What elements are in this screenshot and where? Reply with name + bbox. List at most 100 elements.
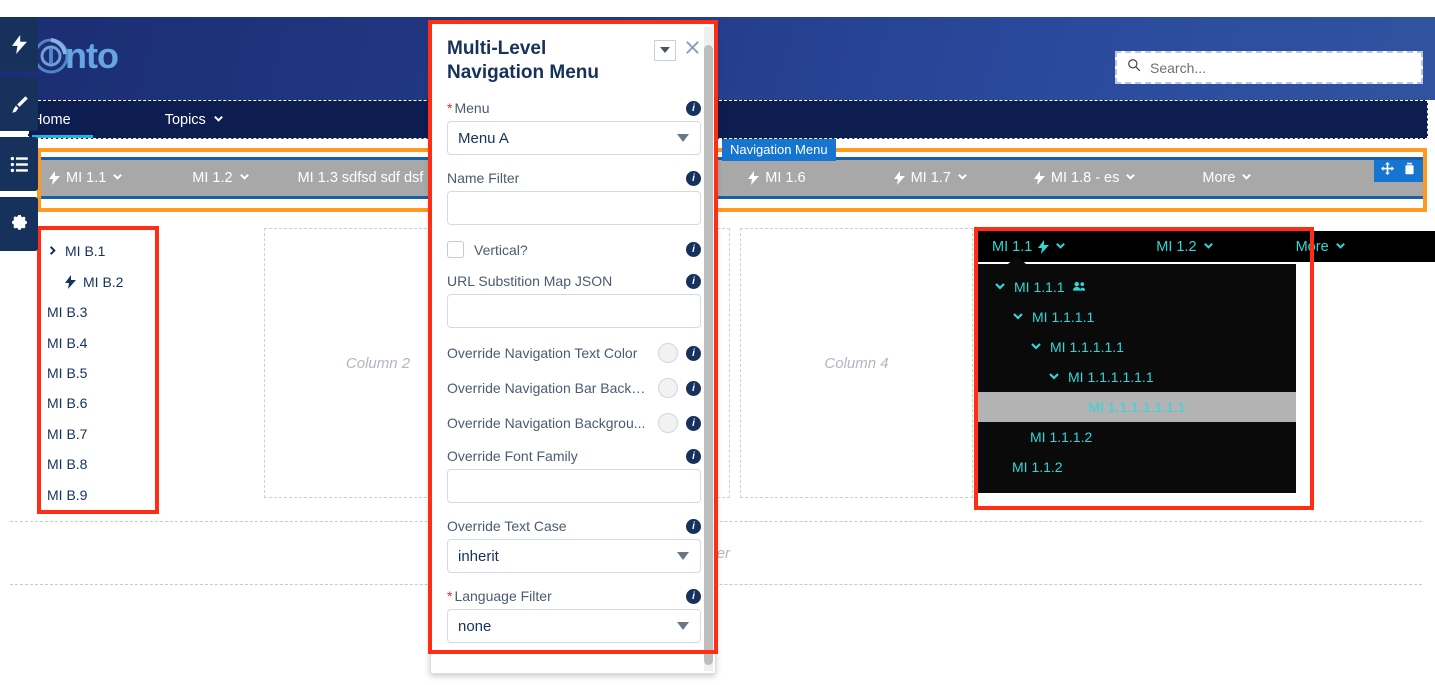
preview-nav-label: MI 1.1 xyxy=(992,239,1032,255)
site-nav-item-topics[interactable]: Topics xyxy=(165,101,224,138)
trash-icon[interactable] xyxy=(1403,162,1416,180)
vertical-menu-item[interactable]: MI B.5 xyxy=(41,358,155,388)
tree-item[interactable]: MI 1.1.1.1 xyxy=(978,302,1296,332)
tree-item-selected[interactable]: MI 1.1.1.1.1.1.1 xyxy=(978,392,1296,422)
chevron-down-icon xyxy=(1012,309,1024,325)
nav-item-mi-1-7[interactable]: MI 1.7 xyxy=(894,170,968,186)
field-override-nav-text-color: Override Navigation Text Color i xyxy=(447,343,701,363)
rail-item-lightning[interactable] xyxy=(0,17,38,71)
info-icon[interactable]: i xyxy=(686,171,701,186)
language-filter-value[interactable] xyxy=(447,609,701,643)
tree-item-label: MI 1.1.1 xyxy=(1014,279,1065,295)
nav-item-mi-1-6[interactable]: MI 1.6 xyxy=(748,170,805,186)
required-marker: * xyxy=(447,100,452,116)
color-swatch[interactable] xyxy=(658,343,678,363)
chevron-down-icon xyxy=(1055,239,1066,255)
info-icon[interactable]: i xyxy=(686,242,701,257)
color-swatch[interactable] xyxy=(658,413,678,433)
tree-item-label: MI 1.1.1.1 xyxy=(1032,309,1094,325)
override-text-case-select[interactable] xyxy=(447,539,701,573)
search-input[interactable]: Search... xyxy=(1115,51,1423,84)
field-label-row: Override Font Family i xyxy=(447,448,701,464)
field-label: Override Font Family xyxy=(447,448,578,464)
gear-icon xyxy=(10,215,29,234)
site-nav-item-home[interactable]: Home xyxy=(32,101,93,138)
override-font-family-input[interactable] xyxy=(447,469,701,503)
info-icon[interactable]: i xyxy=(686,346,701,361)
color-swatch[interactable] xyxy=(658,378,678,398)
nav-item-label: MI 1.1 xyxy=(66,170,106,186)
chevron-down-icon xyxy=(239,170,250,186)
chevron-down-icon[interactable] xyxy=(654,40,676,61)
info-icon[interactable]: i xyxy=(686,589,701,604)
rail-item-gear[interactable] xyxy=(0,197,38,251)
info-icon[interactable]: i xyxy=(686,381,701,396)
site-navigation: Home Topics xyxy=(28,100,1428,139)
preview-nav-label: MI 1.2 xyxy=(1156,239,1196,255)
vertical-menu-item[interactable]: MI B.7 xyxy=(41,419,155,449)
chevron-down-icon xyxy=(1030,339,1042,355)
menu-select[interactable] xyxy=(447,121,701,155)
vertical-menu-label: MI B.1 xyxy=(65,243,105,259)
tree-item[interactable]: MI 1.1.2 xyxy=(978,452,1296,482)
app-root: nto Search... Home Topics Column 2 xyxy=(0,0,1435,685)
nav-item-mi-1-8[interactable]: MI 1.8 - es xyxy=(1034,170,1137,186)
language-filter-select[interactable] xyxy=(447,609,701,643)
menu-select-value[interactable] xyxy=(447,121,701,155)
chevron-down-icon xyxy=(994,279,1006,295)
vertical-menu-item[interactable]: MI B.1 xyxy=(41,236,155,266)
chevron-down-icon xyxy=(1048,369,1060,385)
tree-item-label: MI 1.1.1.1.1.1.1 xyxy=(1088,399,1185,415)
vertical-menu-label: MI B.8 xyxy=(47,456,87,472)
vertical-menu-item[interactable]: MI B.4 xyxy=(41,327,155,357)
rail-item-list[interactable] xyxy=(0,137,38,191)
url-substitution-input[interactable] xyxy=(447,294,701,328)
info-icon[interactable]: i xyxy=(686,519,701,534)
field-label-row: *Menu i xyxy=(447,100,701,116)
nav-item-more[interactable]: More xyxy=(1202,170,1252,186)
vertical-menu-item[interactable]: MI B.2 xyxy=(41,266,155,296)
info-icon[interactable]: i xyxy=(686,449,701,464)
chevron-right-icon xyxy=(47,243,58,259)
name-filter-input[interactable] xyxy=(447,191,701,225)
site-logo: nto xyxy=(31,35,118,77)
vertical-menu-item[interactable]: MI B.3 xyxy=(41,297,155,327)
preview-nav-item[interactable]: MI 1.2 xyxy=(1156,239,1213,255)
groups-icon xyxy=(1073,279,1086,295)
panel-scrollbar-thumb[interactable] xyxy=(704,45,713,665)
panel-scrollbar[interactable] xyxy=(704,27,713,671)
close-icon[interactable] xyxy=(684,39,701,61)
nav-item-mi-1-2[interactable]: MI 1.2 xyxy=(192,170,249,186)
preview-navigation-bar: MI 1.1 MI 1.2 More xyxy=(978,231,1435,262)
lightning-bolt-icon xyxy=(748,171,759,185)
chevron-down-icon xyxy=(957,170,968,186)
chevron-down-icon xyxy=(112,170,123,186)
tree-item[interactable]: MI 1.1.1.1.1 xyxy=(978,332,1296,362)
chevron-down-icon xyxy=(213,112,224,128)
tree-item[interactable]: MI 1.1.1.2 xyxy=(978,422,1296,452)
info-icon[interactable]: i xyxy=(686,416,701,431)
tree-item[interactable]: MI 1.1.1 xyxy=(978,272,1296,302)
component-type-label: Navigation Menu xyxy=(722,139,836,161)
nav-item-mi-1-1[interactable]: MI 1.1 xyxy=(49,170,123,186)
rail-item-brush[interactable] xyxy=(0,77,38,131)
vertical-checkbox[interactable] xyxy=(447,241,464,258)
info-icon[interactable]: i xyxy=(686,274,701,289)
vertical-menu-item[interactable]: MI B.9 xyxy=(41,480,155,510)
tree-item[interactable]: MI 1.1.1.1.1.1 xyxy=(978,362,1296,392)
search-placeholder: Search... xyxy=(1150,60,1206,76)
checkbox-group: Vertical? xyxy=(447,241,528,258)
override-text-case-value[interactable] xyxy=(447,539,701,573)
field-label-row: Name Filter i xyxy=(447,170,701,186)
field-vertical: Vertical? i xyxy=(447,241,701,258)
nav-item-label: MI 1.7 xyxy=(911,170,951,186)
preview-nav-item-more[interactable]: More xyxy=(1296,239,1346,255)
site-header: nto Search... xyxy=(0,17,1435,100)
move-icon[interactable] xyxy=(1381,162,1394,180)
preview-nav-item[interactable]: MI 1.1 xyxy=(992,239,1066,255)
vertical-menu-item[interactable]: MI B.6 xyxy=(41,388,155,418)
info-icon[interactable]: i xyxy=(686,101,701,116)
panel-header-buttons xyxy=(654,37,701,61)
vertical-menu-item[interactable]: MI B.8 xyxy=(41,449,155,479)
nav-item-label: MI 1.2 xyxy=(192,170,232,186)
